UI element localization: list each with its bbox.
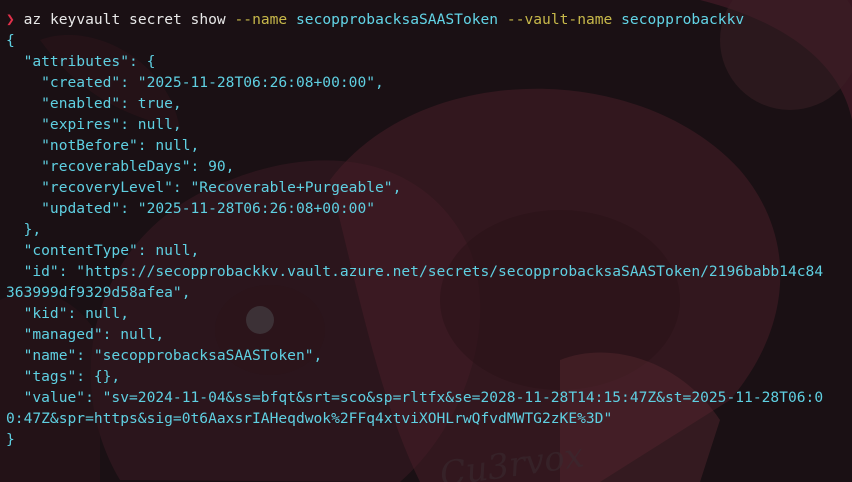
command-words: keyvault secret show (49, 11, 226, 28)
output-line: "created": "2025-11-28T06:26:08+00:00", (6, 74, 384, 91)
output-line: "attributes": { (6, 53, 156, 70)
command-flag-name: --name (234, 11, 288, 28)
command-line: ❯ az keyvault secret show --name secoppr… (6, 9, 852, 30)
output-line: "tags": {}, (6, 368, 121, 385)
output-line: "expires": null, (6, 116, 182, 133)
terminal-window[interactable]: ❯ az keyvault secret show --name secoppr… (6, 9, 852, 450)
output-line: 0:47Z&spr=https&sig=0t6AaxsrIAHeqdwok%2F… (6, 410, 613, 427)
output-line: "updated": "2025-11-28T06:26:08+00:00" (6, 200, 376, 217)
command-value-vault-name: secopprobackkv (621, 11, 745, 28)
output-line: "enabled": true, (6, 95, 182, 112)
output-line: "id": "https://secopprobackkv.vault.azur… (6, 263, 824, 280)
output-line: 363999df9329d58afea", (6, 284, 191, 301)
output-line: { (6, 32, 15, 49)
output-line: }, (6, 221, 42, 238)
output-line: "recoveryLevel": "Recoverable+Purgeable"… (6, 179, 402, 196)
output-line: "recoverableDays": 90, (6, 158, 235, 175)
output-line: "value": "sv=2024-11-04&ss=bfqt&srt=sco&… (6, 389, 824, 406)
prompt-icon: ❯ (6, 11, 15, 28)
output-line: "kid": null, (6, 305, 130, 322)
output-line: "name": "secopprobacksaSAASToken", (6, 347, 323, 364)
output-line: "managed": null, (6, 326, 165, 343)
command-value-name: secopprobacksaSAASToken (296, 11, 499, 28)
output-line: "notBefore": null, (6, 137, 200, 154)
output-line: } (6, 431, 15, 448)
command-program: az (23, 11, 42, 28)
output-line: "contentType": null, (6, 242, 200, 259)
command-flag-vault-name: --vault-name (506, 11, 613, 28)
